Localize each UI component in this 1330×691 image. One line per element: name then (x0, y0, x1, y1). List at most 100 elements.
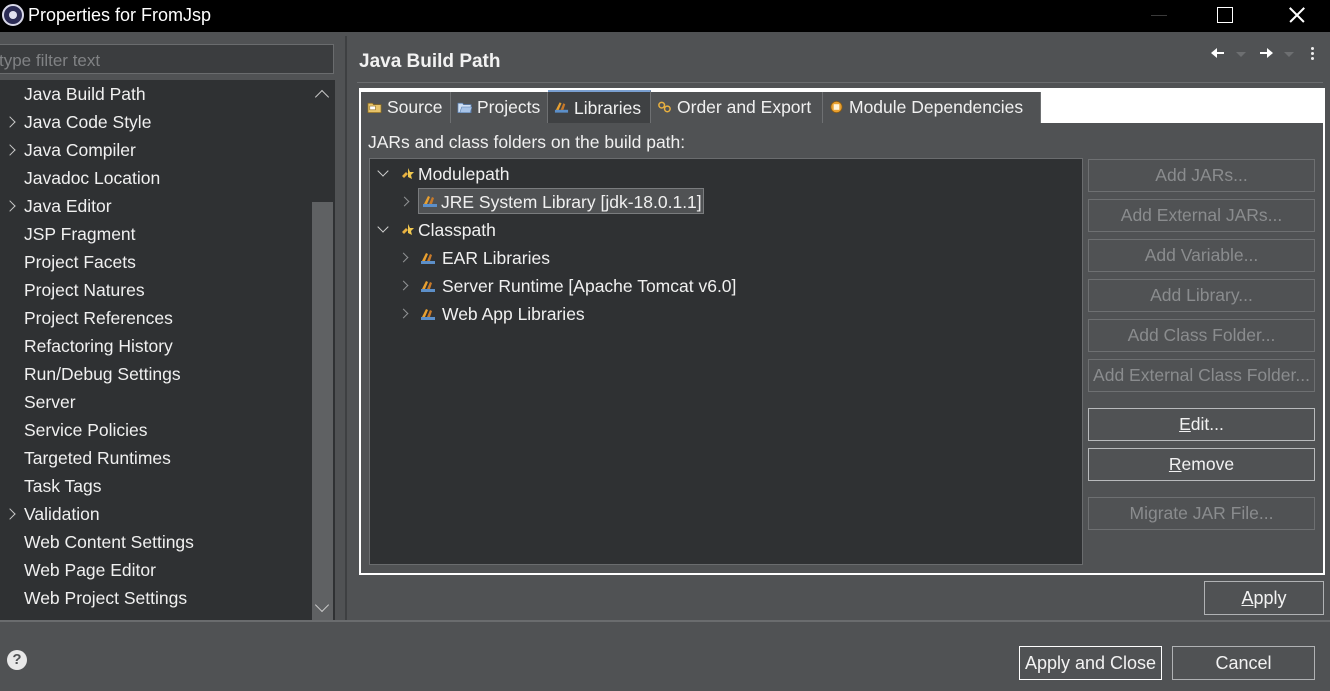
nav-item-label: Project References (24, 308, 173, 328)
nav-item-web-project-settings[interactable]: Web Project Settings (0, 584, 310, 612)
tree-node-label: Modulepath (418, 164, 510, 184)
nav-item-label: JSP Fragment (24, 224, 136, 244)
nav-item-jsp-fragment[interactable]: JSP Fragment (0, 220, 310, 248)
scroll-up-icon[interactable] (314, 89, 330, 105)
chevron-right-icon[interactable] (4, 108, 18, 136)
nav-item-validation[interactable]: Validation (0, 500, 310, 528)
nav-item-label: Project Natures (24, 280, 145, 300)
edit-button[interactable]: Edit... (1088, 408, 1315, 441)
chevron-right-icon[interactable] (398, 308, 409, 319)
left-panel: Java Build Path Java Code Style Java Com… (0, 36, 345, 656)
view-menu-icon[interactable] (1311, 47, 1315, 61)
modulepath-icon (402, 168, 414, 179)
header-separator (357, 82, 1323, 83)
nav-item-java-build-path[interactable]: Java Build Path (0, 80, 310, 108)
nav-item-label: Validation (24, 504, 100, 524)
chevron-right-icon[interactable] (4, 136, 18, 164)
nav-item-label: Web Project Settings (24, 588, 188, 608)
nav-item-label: Java Code Style (24, 112, 152, 132)
forward-dropdown-icon[interactable] (1284, 52, 1294, 57)
page-title: Java Build Path (359, 51, 501, 72)
tab-module-dependencies[interactable]: Module Dependencies (823, 92, 1041, 123)
nav-item-label: Javadoc Location (24, 168, 161, 188)
chevron-right-icon[interactable] (399, 196, 410, 207)
tab-order-and-export[interactable]: Order and Export (651, 92, 823, 123)
cancel-button[interactable]: Cancel (1172, 646, 1315, 680)
add-variable-button[interactable]: Add Variable... (1088, 239, 1315, 272)
nav-item-javadoc-location[interactable]: Javadoc Location (0, 164, 310, 192)
tree-node-label: Web App Libraries (442, 304, 585, 324)
tree-node-jre-system-library[interactable]: JRE System Library [jdk-18.0.1.1] (399, 188, 704, 214)
nav-item-run-debug-settings[interactable]: Run/Debug Settings (0, 360, 310, 388)
nav-item-label: Run/Debug Settings (24, 364, 181, 384)
tree-node-label: Classpath (418, 220, 496, 240)
nav-item-project-natures[interactable]: Project Natures (0, 276, 310, 304)
maximize-button[interactable] (1195, 0, 1255, 32)
chevron-down-icon[interactable] (377, 221, 389, 233)
page-header: Java Build Path (347, 36, 1330, 82)
nav-tree-scrollbar[interactable] (310, 80, 335, 656)
nav-item-web-content-settings[interactable]: Web Content Settings (0, 528, 310, 556)
chevron-right-icon[interactable] (4, 192, 18, 220)
forward-arrow-icon[interactable] (1258, 45, 1274, 61)
scrollbar-thumb[interactable] (312, 202, 333, 622)
libraries-tree[interactable]: Modulepath JRE System Library [jdk-18.0.… (369, 158, 1083, 565)
apply-and-close-button[interactable]: Apply and Close (1019, 646, 1162, 680)
add-external-jars-button[interactable]: Add External JARs... (1088, 199, 1315, 232)
add-library-button[interactable]: Add Library... (1088, 279, 1315, 312)
apply-button[interactable]: Apply (1204, 581, 1324, 615)
add-class-folder-button[interactable]: Add Class Folder... (1088, 319, 1315, 352)
apply-label: pply (1253, 588, 1287, 608)
tab-label: Module Dependencies (849, 97, 1024, 117)
tab-libraries[interactable]: Libraries (548, 90, 651, 123)
nav-item-refactoring-history[interactable]: Refactoring History (0, 332, 310, 360)
libraries-icon (554, 102, 569, 113)
chevron-right-icon[interactable] (398, 280, 409, 291)
nav-item-label: Server (24, 392, 76, 412)
tab-projects[interactable]: Projects (451, 92, 548, 123)
add-jars-button[interactable]: Add JARs... (1088, 159, 1315, 192)
library-icon (423, 196, 437, 207)
help-icon[interactable]: ? (7, 650, 27, 670)
tab-label: Libraries (574, 98, 642, 118)
nav-item-server[interactable]: Server (0, 388, 310, 416)
nav-item-label: Targeted Runtimes (24, 448, 171, 468)
nav-item-web-page-editor[interactable]: Web Page Editor (0, 556, 310, 584)
back-dropdown-icon[interactable] (1236, 52, 1246, 57)
chevron-right-icon[interactable] (4, 500, 18, 528)
nav-item-label: Service Policies (24, 420, 148, 440)
remove-button[interactable]: Remove (1088, 448, 1315, 481)
tab-label: Source (387, 97, 443, 117)
edit-mnemonic: E (1179, 414, 1191, 434)
edit-label: dit... (1190, 414, 1224, 434)
nav-item-java-code-style[interactable]: Java Code Style (0, 108, 310, 136)
nav-item-label: Web Page Editor (24, 560, 156, 580)
panel-divider[interactable] (345, 36, 347, 620)
minimize-button[interactable] (1130, 0, 1190, 32)
tab-source[interactable]: Source (361, 92, 451, 123)
nav-item-label: Java Build Path (24, 84, 146, 104)
nav-item-label: Task Tags (24, 476, 102, 496)
nav-item-project-facets[interactable]: Project Facets (0, 248, 310, 276)
nav-item-targeted-runtimes[interactable]: Targeted Runtimes (0, 444, 310, 472)
add-external-class-folder-button[interactable]: Add External Class Folder... (1088, 359, 1315, 392)
remove-mnemonic: R (1168, 454, 1182, 474)
order-export-icon (658, 101, 671, 113)
migrate-jar-button[interactable]: Migrate JAR File... (1088, 497, 1315, 530)
nav-item-service-policies[interactable]: Service Policies (0, 416, 310, 444)
close-button[interactable] (1265, 0, 1325, 32)
back-arrow-icon[interactable] (1210, 45, 1226, 61)
filter-input[interactable] (0, 44, 334, 74)
nav-item-label: Refactoring History (24, 336, 173, 356)
eclipse-app-icon (2, 4, 24, 26)
tree-node-label: EAR Libraries (442, 248, 550, 268)
tree-node-label: JRE System Library [jdk-18.0.1.1] (441, 192, 702, 212)
nav-tree-list: Java Build Path Java Code Style Java Com… (0, 80, 310, 612)
source-folder-icon (367, 102, 382, 113)
nav-item-java-editor[interactable]: Java Editor (0, 192, 310, 220)
nav-item-project-references[interactable]: Project References (0, 304, 310, 332)
nav-item-task-tags[interactable]: Task Tags (0, 472, 310, 500)
chevron-down-icon[interactable] (377, 165, 389, 177)
nav-item-java-compiler[interactable]: Java Compiler (0, 136, 310, 164)
chevron-right-icon[interactable] (398, 252, 409, 263)
